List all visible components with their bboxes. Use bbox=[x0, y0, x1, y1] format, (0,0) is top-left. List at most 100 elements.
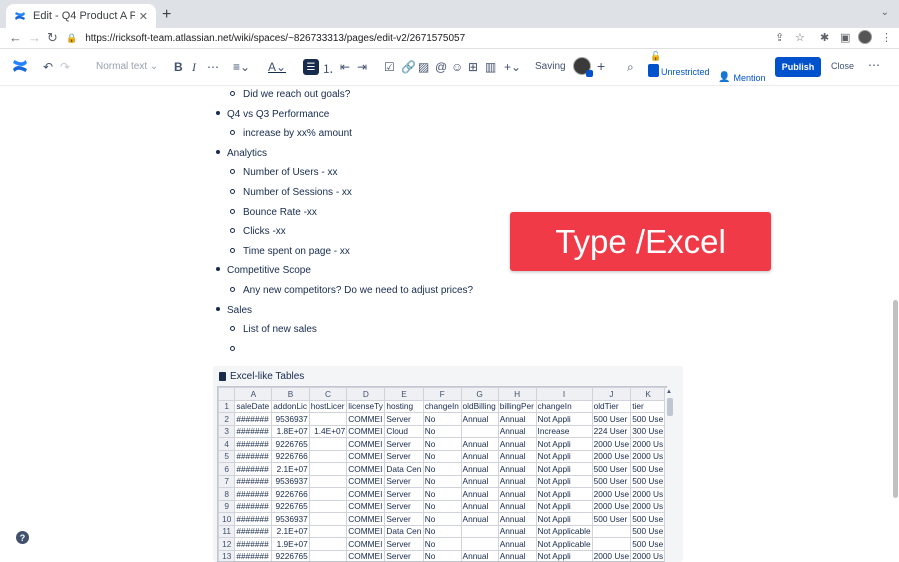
table-cell[interactable]: COMMEI bbox=[346, 537, 386, 551]
table-cell[interactable]: 2000 Us bbox=[630, 549, 666, 561]
mention-button[interactable]: 👤 Mention bbox=[718, 72, 765, 83]
page-scrollbar[interactable] bbox=[893, 300, 898, 498]
table-cell[interactable]: COMMEI bbox=[346, 424, 386, 438]
table-cell[interactable] bbox=[308, 537, 348, 551]
table-cell[interactable]: No bbox=[422, 549, 462, 561]
table-cell[interactable]: ####### bbox=[234, 487, 273, 501]
table-cell[interactable]: licenseTy bbox=[346, 399, 386, 413]
table-cell[interactable]: 9536937 bbox=[271, 512, 310, 526]
list-item[interactable]: Time spent on page - xx bbox=[230, 246, 350, 257]
table-cell[interactable]: Annual bbox=[497, 499, 537, 513]
table-cell[interactable]: ####### bbox=[234, 424, 273, 438]
table-cell[interactable] bbox=[591, 524, 632, 538]
column-header[interactable]: D bbox=[346, 387, 386, 401]
emoji-icon[interactable]: ☺ bbox=[451, 60, 463, 74]
table-cell[interactable]: 1.8E+07 bbox=[271, 424, 310, 438]
table-cell[interactable]: ####### bbox=[234, 499, 273, 513]
table-cell[interactable]: 9226765 bbox=[271, 499, 310, 513]
row-number[interactable]: 4 bbox=[218, 437, 236, 451]
spreadsheet-table[interactable]: A B C D E F G H I J K 1 saleDate addonLic hostLicer lic… bbox=[218, 387, 666, 561]
table-cell[interactable]: 500 Use bbox=[630, 474, 666, 488]
table-cell[interactable]: ####### bbox=[234, 524, 273, 538]
table-cell[interactable]: No bbox=[422, 524, 462, 538]
table-cell[interactable]: Server bbox=[384, 512, 424, 526]
row-number[interactable]: 5 bbox=[218, 449, 236, 463]
table-cell[interactable]: Annual bbox=[497, 549, 537, 561]
table-cell[interactable]: 500 Use bbox=[630, 537, 666, 551]
table-cell[interactable]: saleDate bbox=[234, 399, 273, 413]
table-cell[interactable]: Server bbox=[384, 449, 424, 463]
bookmark-star-icon[interactable]: ☆ bbox=[795, 31, 805, 44]
table-cell[interactable]: Not Appli bbox=[535, 412, 593, 426]
table-cell[interactable]: 500 User bbox=[591, 412, 632, 426]
table-cell[interactable]: COMMEI bbox=[346, 487, 386, 501]
table-cell[interactable]: Not Applicable bbox=[535, 537, 593, 551]
table-cell[interactable]: No bbox=[422, 424, 462, 438]
spreadsheet-grid[interactable]: A B C D E F G H I J K 1 saleDate addonLic hostLicer lic… bbox=[217, 386, 667, 562]
table-cell[interactable]: Annual bbox=[497, 449, 537, 463]
table-cell[interactable]: Not Appli bbox=[535, 512, 593, 526]
table-cell[interactable] bbox=[308, 549, 348, 561]
table-cell[interactable]: Not Appli bbox=[535, 474, 593, 488]
table-cell[interactable]: No bbox=[422, 474, 462, 488]
table-cell[interactable]: Not Applicable bbox=[535, 524, 593, 538]
column-header[interactable]: F bbox=[422, 387, 462, 401]
table-cell[interactable]: Server bbox=[384, 474, 424, 488]
table-cell[interactable] bbox=[308, 499, 348, 513]
list-item[interactable]: Clicks -xx bbox=[230, 226, 286, 237]
side-panel-icon[interactable]: ▣ bbox=[840, 31, 850, 44]
table-cell[interactable] bbox=[308, 412, 348, 426]
table-cell[interactable]: 1.4E+07 bbox=[308, 424, 348, 438]
table-cell[interactable]: 2000 Use bbox=[591, 437, 632, 451]
excel-macro[interactable]: Excel-like Tables A B C D E F G H I J K 1 saleDate ad… bbox=[213, 366, 683, 562]
table-cell[interactable]: COMMEI bbox=[346, 474, 386, 488]
undo-icon[interactable]: ↶ bbox=[43, 60, 53, 74]
table-cell[interactable]: No bbox=[422, 437, 462, 451]
back-icon[interactable]: ← bbox=[9, 30, 22, 45]
list-item[interactable]: Any new competitors? Do we need to adjus… bbox=[230, 285, 473, 296]
table-cell[interactable]: No bbox=[422, 449, 462, 463]
table-cell[interactable]: 2000 Use bbox=[591, 499, 632, 513]
browser-tab[interactable]: Edit - Q4 Product A Performance ✕ bbox=[6, 4, 156, 28]
table-cell[interactable]: 500 Use bbox=[630, 462, 666, 476]
table-cell[interactable] bbox=[308, 524, 348, 538]
table-cell[interactable]: COMMEI bbox=[346, 462, 386, 476]
table-cell[interactable]: 9536937 bbox=[271, 412, 310, 426]
table-cell[interactable]: Annual bbox=[460, 412, 499, 426]
table-cell[interactable]: changeIn bbox=[422, 399, 462, 413]
column-header[interactable]: B bbox=[271, 387, 310, 401]
row-number[interactable]: 2 bbox=[218, 412, 236, 426]
table-cell[interactable]: Annual bbox=[460, 549, 499, 561]
table-cell[interactable]: oldBilling bbox=[460, 399, 499, 413]
table-cell[interactable]: 9226765 bbox=[271, 549, 310, 561]
table-cell[interactable]: ####### bbox=[234, 449, 273, 463]
table-cell[interactable]: changeIn bbox=[535, 399, 593, 413]
share-icon[interactable]: ⇪ bbox=[775, 31, 784, 44]
new-tab-icon[interactable]: + bbox=[162, 6, 171, 24]
indent-icon[interactable]: ⇥ bbox=[357, 60, 367, 74]
table-icon[interactable]: ⊞ bbox=[468, 60, 478, 74]
table-cell[interactable]: No bbox=[422, 412, 462, 426]
table-cell[interactable]: Annual bbox=[460, 499, 499, 513]
row-number[interactable]: 9 bbox=[218, 499, 236, 513]
row-number[interactable]: 6 bbox=[218, 462, 236, 476]
more-formatting-icon[interactable]: ⋯ bbox=[207, 60, 219, 74]
link-icon[interactable]: 🔗 bbox=[401, 60, 416, 74]
table-cell[interactable]: COMMEI bbox=[346, 449, 386, 463]
table-cell[interactable] bbox=[460, 524, 499, 538]
table-cell[interactable]: 9226766 bbox=[271, 449, 310, 463]
table-cell[interactable]: ####### bbox=[234, 537, 273, 551]
table-cell[interactable]: Annual bbox=[497, 524, 537, 538]
image-icon[interactable]: ▨ bbox=[418, 60, 429, 74]
column-header[interactable]: G bbox=[460, 387, 499, 401]
confluence-logo-icon[interactable] bbox=[12, 58, 28, 77]
more-actions-icon[interactable]: ⋯ bbox=[868, 58, 880, 72]
table-cell[interactable]: 2.1E+07 bbox=[271, 462, 310, 476]
table-cell[interactable]: 2000 Use bbox=[591, 487, 632, 501]
table-cell[interactable]: 2.1E+07 bbox=[271, 524, 310, 538]
table-cell[interactable]: ####### bbox=[234, 512, 273, 526]
table-cell[interactable]: 2000 Use bbox=[591, 449, 632, 463]
corner-cell[interactable] bbox=[218, 387, 236, 401]
table-cell[interactable] bbox=[308, 462, 348, 476]
column-header[interactable]: A bbox=[234, 387, 273, 401]
